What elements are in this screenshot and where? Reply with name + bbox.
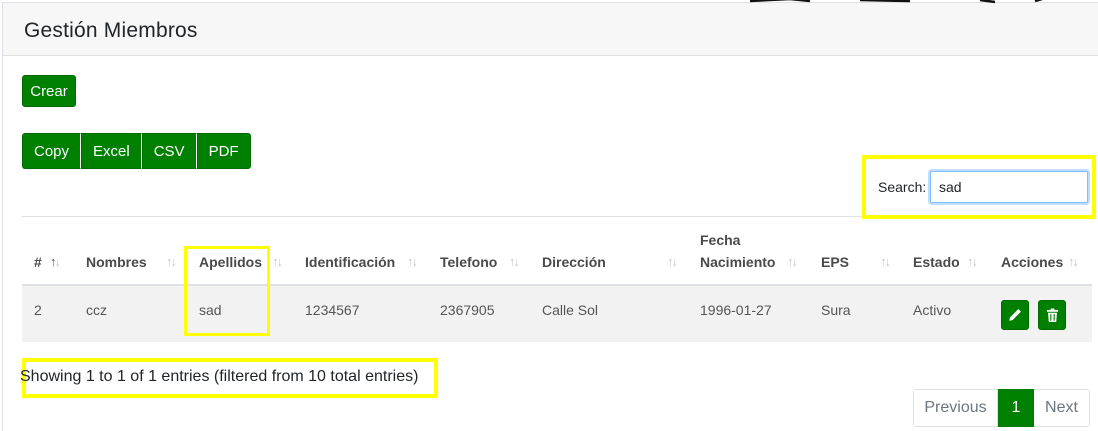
export-button-group: Copy Excel CSV PDF xyxy=(22,133,251,169)
sort-icon[interactable]: ↑↓ xyxy=(967,254,978,269)
annotation-scribble xyxy=(750,0,1043,4)
sort-icon[interactable]: ↑↓ xyxy=(667,254,678,269)
column-header-estado[interactable]: Estado xyxy=(913,251,960,273)
sort-icon[interactable]: ↑↓ xyxy=(272,254,283,269)
delete-button[interactable] xyxy=(1038,300,1066,330)
search-input[interactable] xyxy=(930,171,1088,203)
create-button[interactable]: Crear xyxy=(22,75,76,107)
sort-asc-icon[interactable]: ↑↓ xyxy=(50,254,61,269)
sort-icon[interactable]: ↑↓ xyxy=(1068,254,1079,269)
column-header-direccion[interactable]: Dirección xyxy=(542,251,606,273)
column-header-identificacion[interactable]: Identificación xyxy=(305,251,395,273)
column-header-acciones[interactable]: Acciones xyxy=(1001,251,1063,273)
copy-button[interactable]: Copy xyxy=(22,133,82,169)
trash-icon xyxy=(1046,308,1058,322)
table-header: # ↑↓ Nombres ↑↓ Apellidos ↑↓ Identificac… xyxy=(22,218,1092,286)
cell-direccion: Calle Sol xyxy=(542,302,599,318)
pencil-icon xyxy=(1009,309,1021,321)
table-info: Showing 1 to 1 of 1 entries (filtered fr… xyxy=(20,368,419,385)
pagination-next[interactable]: Next xyxy=(1034,389,1090,427)
sort-icon[interactable]: ↑↓ xyxy=(166,254,177,269)
sort-icon[interactable]: ↑↓ xyxy=(787,254,798,269)
cell-nombres: ccz xyxy=(86,302,107,318)
excel-button[interactable]: Excel xyxy=(81,133,142,169)
divider xyxy=(22,216,862,217)
pdf-button[interactable]: PDF xyxy=(196,133,251,169)
column-header-number[interactable]: # xyxy=(34,251,42,273)
cell-estado: Activo xyxy=(913,302,952,318)
card-header: Gestión Miembros xyxy=(3,3,1098,56)
csv-button[interactable]: CSV xyxy=(141,133,197,169)
cell-telefono: 2367905 xyxy=(440,302,495,318)
edit-button[interactable] xyxy=(1001,300,1029,330)
sort-icon[interactable]: ↑↓ xyxy=(880,254,891,269)
cell-eps: Sura xyxy=(821,302,851,318)
table-row: 2 ccz sad 1234567 2367905 Calle Sol 1996… xyxy=(22,286,1092,342)
column-header-nombres[interactable]: Nombres xyxy=(86,251,147,273)
sort-icon[interactable]: ↑↓ xyxy=(407,254,418,269)
cell-fecha-nacimiento: 1996-01-27 xyxy=(700,302,772,318)
column-header-eps[interactable]: EPS xyxy=(821,251,849,273)
column-header-telefono[interactable]: Telefono xyxy=(440,251,497,273)
column-header-nacimiento[interactable]: Nacimiento xyxy=(700,251,775,273)
cell-identificacion: 1234567 xyxy=(305,302,360,318)
pagination-previous[interactable]: Previous xyxy=(913,389,998,427)
sort-icon[interactable]: ↑↓ xyxy=(509,254,520,269)
column-header-fecha[interactable]: Fecha xyxy=(700,229,740,251)
page-title: Gestión Miembros xyxy=(24,19,198,42)
pagination: Previous 1 Next xyxy=(913,389,1090,427)
search-label: Search: xyxy=(878,179,927,195)
cell-number: 2 xyxy=(34,302,42,318)
apellidos-highlight-box xyxy=(184,246,270,336)
pagination-page-1[interactable]: 1 xyxy=(998,389,1034,427)
